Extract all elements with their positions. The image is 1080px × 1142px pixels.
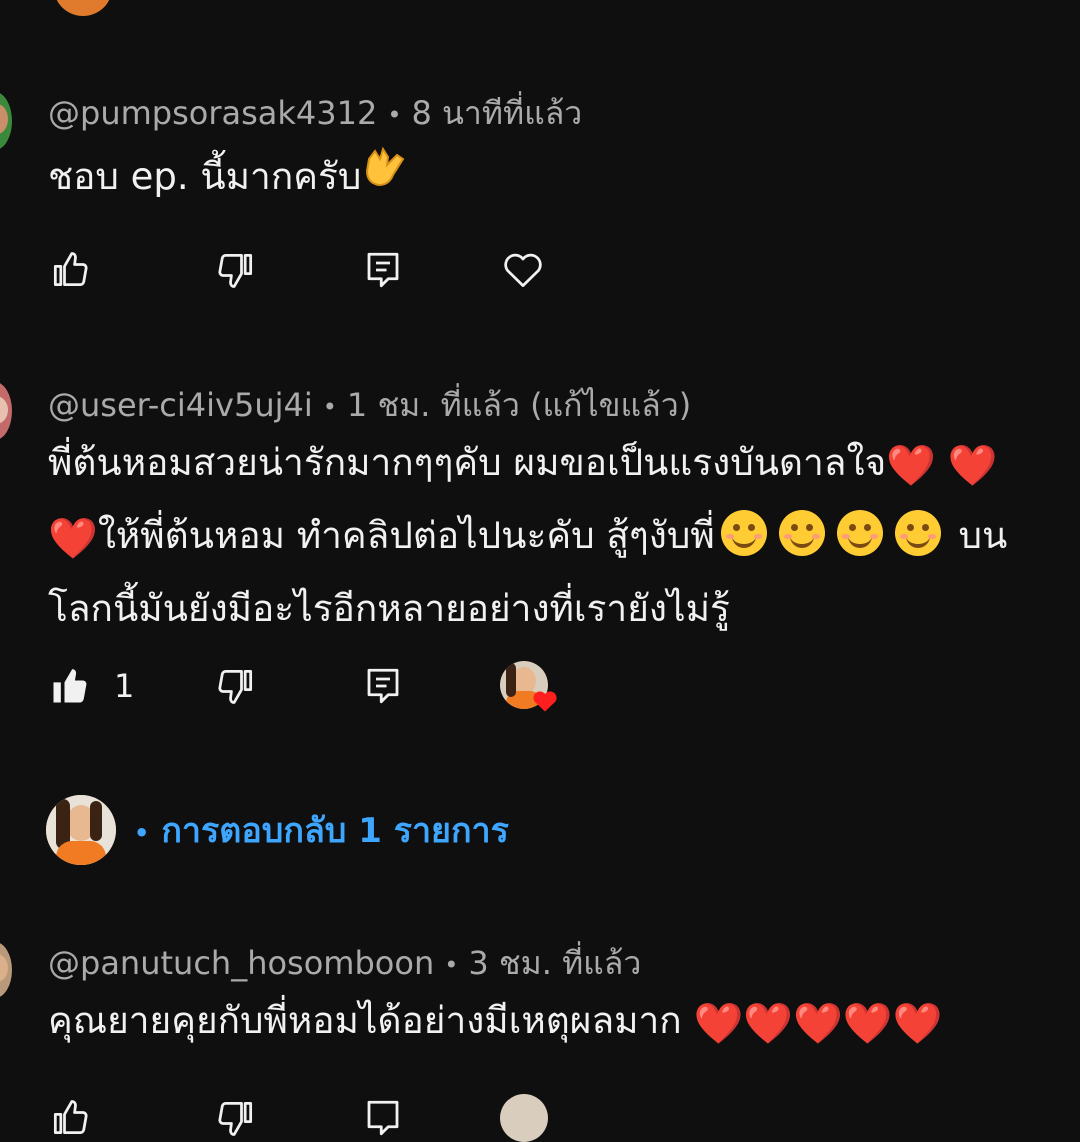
- replies-link[interactable]: • การตอบกลับ 1 รายการ: [134, 803, 509, 857]
- dislike-icon: [218, 253, 253, 288]
- avatar[interactable]: [0, 382, 12, 440]
- comment-text: คุณยายคุยกับพี่หอมได้อย่างมีเหตุผลมาก ❤️…: [48, 986, 943, 1059]
- comment-text-content: คุณยายคุยกับพี่หอมได้อย่างมีเหตุผลมาก: [48, 999, 682, 1042]
- reply-icon: [367, 668, 399, 704]
- dislike-button[interactable]: [214, 662, 258, 710]
- comment-text-content: ชอบ ep. นี้มากครับ: [48, 155, 362, 198]
- like-icon: [53, 252, 88, 287]
- comment-actions: [48, 246, 588, 294]
- like-button[interactable]: 1: [48, 662, 134, 710]
- like-icon: [53, 1100, 88, 1135]
- dislike-button[interactable]: [214, 246, 258, 294]
- heart-button[interactable]: [500, 246, 546, 294]
- comment-text-line2-end: บน: [958, 514, 1008, 557]
- replies-label: การตอบกลับ 1 รายการ: [161, 811, 509, 851]
- comment-time: 3 ชม. ที่แล้ว: [468, 944, 642, 982]
- like-button[interactable]: [48, 1094, 92, 1142]
- reply-button[interactable]: [362, 246, 404, 294]
- smiling-face-emoji-icon: [894, 510, 941, 556]
- like-filled-icon: [53, 669, 87, 703]
- dislike-button[interactable]: [214, 1094, 258, 1142]
- comment-line: โลกนี้มันยังมีอะไรอีกหลายอย่างที่เรายังไ…: [48, 574, 1007, 644]
- comment-text: พี่ต้นหอมสวยน่ารักมากๆๆคับ ผมขอเป็นแรงบั…: [48, 428, 1007, 644]
- comment-text: ชอบ ep. นี้มากครับ: [48, 142, 409, 213]
- separator: •: [444, 951, 459, 979]
- red-heart-emoji-icon: ❤️: [886, 443, 937, 489]
- creator-avatar: [46, 795, 116, 865]
- comment-text-line2: ให้พี่ต้นหอม ทำคลิปต่อไปนะคับ สู้ๆงับพี่: [97, 514, 715, 557]
- avatar[interactable]: [0, 942, 12, 998]
- like-button[interactable]: [48, 246, 92, 294]
- red-heart-emoji-icon: ❤️: [842, 1001, 893, 1047]
- comment-line: ❤️ให้พี่ต้นหอม ทำคลิปต่อไปนะคับ สู้ๆงับพ…: [48, 501, 1007, 574]
- comment-author[interactable]: @panutuch_hosomboon: [48, 944, 434, 982]
- comment-time: 1 ชม. ที่แล้ว (แก้ไขแล้ว): [346, 386, 692, 424]
- smiling-face-emoji-icon: [778, 510, 825, 556]
- like-count: 1: [114, 667, 135, 705]
- smiling-face-emoji-icon: [720, 510, 767, 556]
- comment-author[interactable]: @pumpsorasak4312: [48, 94, 377, 132]
- reply-icon: [367, 252, 399, 288]
- creator-heart-badge: [500, 661, 566, 712]
- comment-actions: [48, 1094, 588, 1142]
- separator: •: [322, 393, 337, 421]
- red-heart-emoji-icon: ❤️: [892, 1001, 943, 1047]
- comment-time: 8 นาทีที่แล้ว: [411, 94, 583, 132]
- comment-text-line1: พี่ต้นหอมสวยน่ารักมากๆๆคับ ผมขอเป็นแรงบั…: [48, 441, 887, 484]
- separator: •: [134, 818, 150, 847]
- red-heart-emoji-icon: ❤️: [793, 1001, 843, 1047]
- avatar[interactable]: [0, 92, 12, 150]
- comment-actions: 1: [48, 661, 588, 712]
- dislike-icon: [218, 1101, 253, 1136]
- reply-button[interactable]: [362, 662, 404, 710]
- comment-text-line3: โลกนี้มันยังมีอะไรอีกหลายอย่างที่เรายังไ…: [48, 587, 730, 630]
- dislike-icon: [218, 669, 253, 704]
- red-heart-emoji-icon: ❤️: [947, 443, 998, 489]
- smiling-face-emoji-icon: [836, 510, 883, 556]
- red-heart-emoji-icon: ❤️: [743, 1001, 794, 1047]
- creator-avatar: [500, 1094, 548, 1142]
- rock-hand-emoji-icon: [361, 143, 409, 213]
- reply-icon: [367, 1100, 399, 1136]
- comment-meta: @user-ci4iv5uj4i • 1 ชม. ที่แล้ว (แก้ไขแล้…: [48, 380, 691, 431]
- creator-avatar: [500, 661, 557, 712]
- comment-author[interactable]: @user-ci4iv5uj4i: [48, 386, 313, 424]
- heart-icon: [504, 253, 542, 287]
- reply-button[interactable]: [362, 1094, 404, 1142]
- red-heart-emoji-icon: ❤️: [693, 1001, 744, 1047]
- view-replies[interactable]: • การตอบกลับ 1 รายการ: [46, 795, 509, 865]
- red-heart-emoji-icon: ❤️: [48, 516, 98, 562]
- comment-meta: @panutuch_hosomboon • 3 ชม. ที่แล้ว: [48, 938, 641, 989]
- comment-meta: @pumpsorasak4312 • 8 นาทีที่แล้ว: [48, 88, 582, 139]
- comment-line: พี่ต้นหอมสวยน่ารักมากๆๆคับ ผมขอเป็นแรงบั…: [48, 428, 1007, 501]
- heart-icon: [533, 691, 557, 712]
- avatar[interactable]: [54, 0, 112, 16]
- separator: •: [387, 101, 402, 129]
